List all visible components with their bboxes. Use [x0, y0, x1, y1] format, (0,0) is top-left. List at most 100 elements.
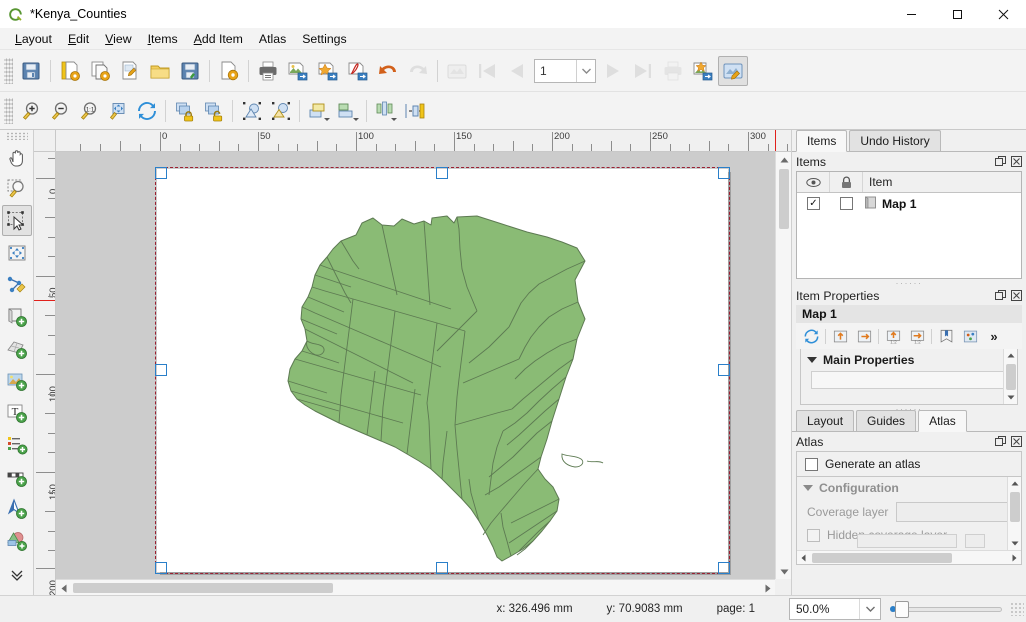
scroll-right-arrow-icon[interactable]: [760, 580, 775, 596]
zoom-in-icon[interactable]: [16, 97, 45, 125]
zoom-actual-size-icon[interactable]: 1:1: [74, 97, 103, 125]
tab-undo-history[interactable]: Undo History: [849, 130, 941, 151]
set-canvas-extent-to-map-icon[interactable]: [852, 325, 876, 347]
menu-layout[interactable]: Layout: [7, 30, 60, 48]
scroll-right-arrow-icon[interactable]: [1008, 551, 1021, 564]
export-svg-icon[interactable]: [313, 56, 343, 86]
export-image-icon[interactable]: [283, 56, 313, 86]
scroll-thumb[interactable]: [1006, 364, 1016, 390]
set-map-extent-to-canvas-icon[interactable]: [828, 325, 852, 347]
scroll-thumb[interactable]: [812, 553, 952, 563]
add-north-arrow-tool[interactable]: [2, 493, 32, 524]
atlas-horizontal-scrollbar[interactable]: [797, 550, 1021, 564]
more-options-icon[interactable]: »: [982, 325, 1006, 347]
new-layout-icon[interactable]: [55, 56, 85, 86]
resize-handle-middle-left[interactable]: [155, 364, 167, 376]
menu-add-item[interactable]: Add Item: [186, 30, 251, 48]
ungroup-items-icon[interactable]: [266, 97, 295, 125]
generate-atlas-row[interactable]: Generate an atlas: [796, 451, 1022, 477]
zoom-tool[interactable]: [2, 173, 32, 204]
pan-layout-tool[interactable]: [2, 141, 32, 172]
collapse-arrow-icon[interactable]: [803, 485, 813, 491]
scroll-up-arrow-icon[interactable]: [1004, 349, 1018, 362]
float-icon[interactable]: [994, 155, 1007, 168]
items-tree[interactable]: Item ✓ Map 1: [796, 171, 1022, 279]
scroll-up-arrow-icon[interactable]: [776, 152, 792, 167]
zoom-slider-handle[interactable]: [895, 601, 909, 618]
align-items-icon[interactable]: [371, 97, 400, 125]
checkbox-unchecked[interactable]: [840, 197, 853, 210]
set-canvas-scale-to-map-icon[interactable]: 1:2: [905, 325, 929, 347]
scroll-thumb[interactable]: [1010, 492, 1020, 522]
tab-guides[interactable]: Guides: [856, 410, 917, 431]
undo-icon[interactable]: [373, 56, 403, 86]
resize-handle-top-center[interactable]: [436, 167, 448, 179]
zoom-full-icon[interactable]: [103, 97, 132, 125]
main-properties-field[interactable]: [811, 371, 1007, 389]
save-template-icon[interactable]: [175, 56, 205, 86]
atlas-print-icon[interactable]: [658, 56, 688, 86]
save-project-icon[interactable]: [16, 56, 46, 86]
add-picture-tool[interactable]: [2, 365, 32, 396]
toolbar-grip[interactable]: [4, 97, 13, 124]
atlas-partial-button[interactable]: [965, 534, 985, 548]
atlas-last-feature-icon[interactable]: [628, 56, 658, 86]
generate-atlas-checkbox[interactable]: [805, 457, 818, 471]
scroll-left-arrow-icon[interactable]: [797, 551, 810, 564]
minimize-button[interactable]: [888, 0, 934, 28]
add-scalebar-tool[interactable]: [2, 461, 32, 492]
atlas-next-feature-icon[interactable]: [598, 56, 628, 86]
checkbox-checked[interactable]: ✓: [807, 197, 820, 210]
layout-viewport[interactable]: [56, 152, 775, 579]
print-layout-icon[interactable]: [253, 56, 283, 86]
menu-settings[interactable]: Settings: [294, 30, 354, 48]
redo-icon[interactable]: [403, 56, 433, 86]
layout-page[interactable]: [157, 169, 728, 572]
lower-items-icon[interactable]: [333, 97, 362, 125]
menu-atlas[interactable]: Atlas: [251, 30, 294, 48]
zoom-level-combobox[interactable]: 50.0%: [789, 598, 881, 620]
atlas-page-spinbox[interactable]: 1: [534, 58, 596, 83]
close-icon[interactable]: [1010, 289, 1023, 302]
atlas-partial-field[interactable]: [857, 534, 957, 548]
tab-layout[interactable]: Layout: [796, 410, 855, 431]
vertical-scroll-thumb[interactable]: [779, 169, 789, 229]
atlas-first-feature-icon[interactable]: [472, 56, 502, 86]
toolbar-grip[interactable]: [4, 57, 13, 84]
close-button[interactable]: [980, 0, 1026, 28]
tab-atlas[interactable]: Atlas: [918, 410, 967, 432]
resize-handle-top-right[interactable]: [718, 167, 730, 179]
set-map-scale-to-canvas-icon[interactable]: 1:2: [881, 325, 905, 347]
resize-handle-bottom-right[interactable]: [718, 562, 730, 574]
menu-edit[interactable]: Edit: [60, 30, 97, 48]
add-3d-map-tool[interactable]: [2, 333, 32, 364]
resize-handle-top-left[interactable]: [155, 167, 167, 179]
open-template-icon[interactable]: [145, 56, 175, 86]
group-items-icon[interactable]: [237, 97, 266, 125]
atlas-settings-icon[interactable]: [718, 55, 748, 86]
scroll-up-arrow-icon[interactable]: [1008, 477, 1021, 490]
raise-items-icon[interactable]: [304, 97, 333, 125]
refresh-map-icon[interactable]: [799, 325, 823, 347]
tab-items[interactable]: Items: [796, 130, 848, 152]
resize-handle-bottom-left[interactable]: [155, 562, 167, 574]
panel-splitter[interactable]: ······: [792, 278, 1026, 288]
table-row[interactable]: ✓ Map 1: [797, 193, 1021, 214]
scroll-down-arrow-icon[interactable]: [776, 564, 792, 579]
canvas-horizontal-scrollbar[interactable]: [56, 579, 775, 595]
distribute-items-icon[interactable]: [400, 97, 429, 125]
add-legend-tool[interactable]: [2, 429, 32, 460]
section-main-properties[interactable]: Main Properties: [801, 349, 1017, 371]
horizontal-scroll-thumb[interactable]: [73, 583, 333, 593]
item-name-cell[interactable]: Map 1: [863, 195, 1021, 212]
menu-view[interactable]: View: [97, 30, 139, 48]
chevron-down-icon[interactable]: [576, 59, 595, 82]
scroll-left-arrow-icon[interactable]: [56, 580, 71, 596]
float-icon[interactable]: [994, 289, 1007, 302]
duplicate-layout-icon[interactable]: [85, 56, 115, 86]
canvas-vertical-scrollbar[interactable]: [775, 152, 791, 579]
resize-handle-bottom-center[interactable]: [436, 562, 448, 574]
add-shape-tool[interactable]: [2, 525, 32, 556]
item-lock-checkbox[interactable]: [830, 197, 863, 210]
select-move-item-tool[interactable]: [1, 205, 32, 236]
